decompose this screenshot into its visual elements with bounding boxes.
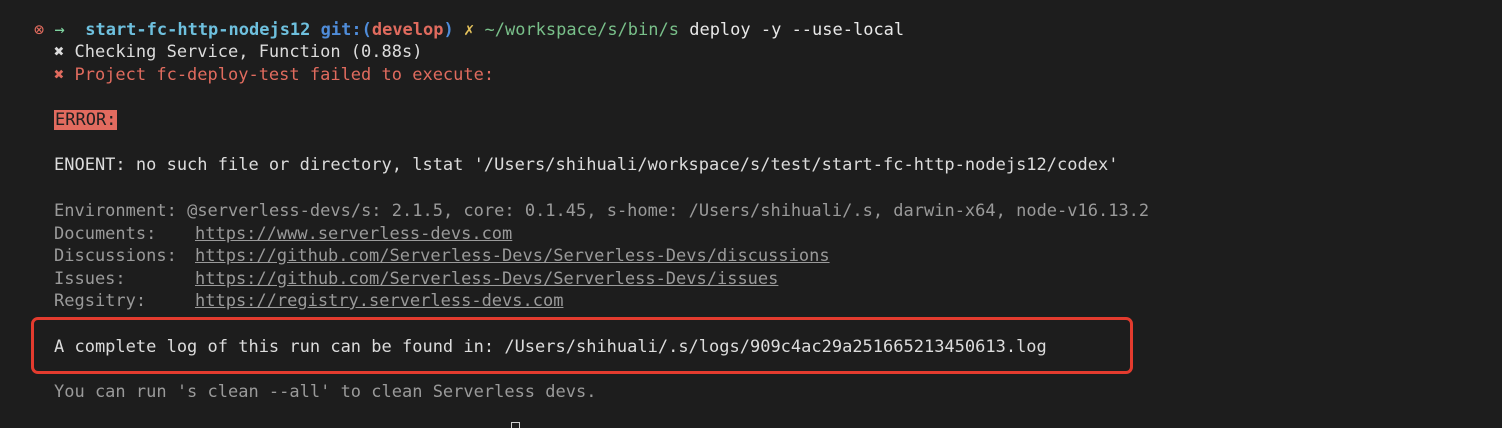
git-label-close: ) xyxy=(443,20,454,40)
environment-label: Environment: xyxy=(54,201,177,221)
issues-line: Issues: https://github.com/Serverless-Dev… xyxy=(54,268,778,290)
terminal-window[interactable]: ⊗ → start-fc-http-nodejs12 git:(develop)… xyxy=(0,0,1502,428)
current-directory: start-fc-http-nodejs12 xyxy=(85,20,311,40)
error-status-icon: ⊗ xyxy=(34,20,45,40)
documents-label: Documents: xyxy=(54,224,157,244)
error-message: ENOENT: no such file or directory, lstat… xyxy=(54,154,1118,176)
environment-value: @serverless-devs/s: 2.1.5, core: 0.1.45,… xyxy=(187,201,1150,221)
git-label: git:( xyxy=(320,20,372,40)
issues-label: Issues: xyxy=(54,269,126,289)
discussions-label: Discussions: xyxy=(54,246,177,266)
documents-line: Documents: https://www.serverless-devs.co… xyxy=(54,223,512,245)
failed-line: ✖ Project fc-deploy-test failed to execu… xyxy=(54,64,494,86)
error-badge: ERROR: xyxy=(54,110,118,130)
text-cursor-icon xyxy=(511,422,520,428)
prompt-line: ⊗ → start-fc-http-nodejs12 git:(develop)… xyxy=(34,19,904,41)
discussions-line: Discussions: https://github.com/Serverles… xyxy=(54,245,830,267)
registry-link[interactable]: https://registry.serverless-devs.com xyxy=(195,291,563,311)
clean-hint-line: You can run 's clean --all' to clean Ser… xyxy=(54,381,596,403)
registry-label: Regsitry: xyxy=(54,291,147,311)
failed-text: ✖ Project fc-deploy-test failed to execu… xyxy=(54,65,495,85)
log-path-text: A complete log of this run can be found … xyxy=(54,337,1047,357)
checking-text: ✖ Checking Service, Function (0.88s) xyxy=(54,42,423,62)
clean-hint-text: You can run 's clean --all' to clean Ser… xyxy=(54,382,597,402)
discussions-link[interactable]: https://github.com/Serverless-Devs/Serve… xyxy=(195,246,830,266)
checking-line: ✖ Checking Service, Function (0.88s) xyxy=(54,41,422,63)
command-args: deploy -y --use-local xyxy=(689,20,905,40)
log-path-line: A complete log of this run can be found … xyxy=(54,336,1047,358)
error-label-line: ERROR: xyxy=(54,109,118,131)
issues-link[interactable]: https://github.com/Serverless-Devs/Serve… xyxy=(195,269,778,289)
dirty-icon: ✗ xyxy=(464,20,475,40)
git-branch: develop xyxy=(371,20,444,40)
arrow-icon: → xyxy=(54,20,65,40)
documents-link[interactable]: https://www.serverless-devs.com xyxy=(195,224,512,244)
registry-line: Regsitry: https://registry.serverless-dev… xyxy=(54,290,563,312)
command-path: ~/workspace/s/bin/s xyxy=(484,20,679,40)
error-message-text: ENOENT: no such file or directory, lstat… xyxy=(54,155,1119,175)
environment-line: Environment: @serverless-devs/s: 2.1.5, … xyxy=(54,200,1149,222)
